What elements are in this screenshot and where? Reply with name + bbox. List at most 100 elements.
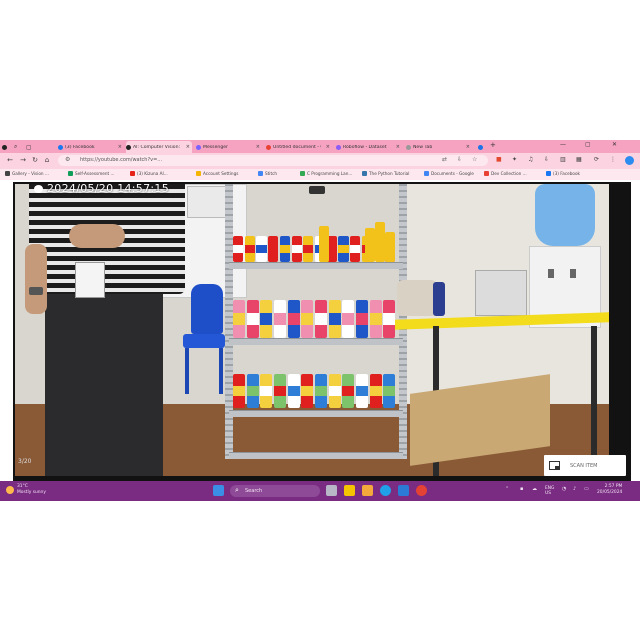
- bookmark-label: Self-Assessment ...: [75, 171, 115, 176]
- edge-icon[interactable]: [380, 485, 391, 496]
- tab-grid-icon[interactable]: ▢: [26, 141, 36, 153]
- start-icon[interactable]: [213, 485, 224, 496]
- bookmark-label: Documents - Google: [431, 171, 474, 176]
- split-icon[interactable]: ▦: [576, 156, 582, 163]
- bookmark-item[interactable]: Self-Assessment ...: [68, 171, 115, 176]
- chrome-icon[interactable]: [416, 485, 427, 496]
- sidebar-icon[interactable]: ▥: [560, 156, 566, 163]
- dish-rack: [475, 270, 527, 316]
- bookmark-label: Gallery - Vision ...: [12, 171, 49, 176]
- tab-close-icon[interactable]: ×: [326, 144, 332, 150]
- metal-shelf: [225, 184, 407, 459]
- bookmark-item[interactable]: (3) Kizuna AI...: [130, 171, 168, 176]
- tab-favicon-icon: [336, 144, 341, 150]
- translate-icon[interactable]: ⇄: [442, 156, 447, 163]
- canned-good: [350, 236, 361, 262]
- bookmark-favicon-icon: [258, 171, 263, 176]
- bookmark-item[interactable]: Dev Collection ...: [484, 171, 527, 176]
- bookmark-favicon-icon: [424, 171, 429, 176]
- menu-icon[interactable]: ⋮: [610, 156, 616, 163]
- tray-language[interactable]: ENG US: [545, 486, 554, 496]
- water-jug: [535, 184, 595, 246]
- file-explorer-icon[interactable]: [362, 485, 373, 496]
- task-view-icon[interactable]: [326, 485, 337, 496]
- tray-chevron-icon[interactable]: ⌃: [505, 486, 509, 492]
- reload-button[interactable]: ↻: [30, 156, 40, 164]
- bookmark-item[interactable]: Account Settings: [196, 171, 238, 176]
- canned-good: [233, 300, 246, 338]
- clock[interactable]: 2:57 PM 20/05/2024: [597, 484, 622, 496]
- bookmark-item[interactable]: (3) Facebook: [546, 171, 580, 176]
- browser-tab[interactable]: Untitled document - Go ×: [266, 141, 332, 153]
- scan-item-button[interactable]: SCAN ITEM: [544, 455, 626, 476]
- url-text[interactable]: https://youtube.com/watch?v=...: [80, 157, 162, 163]
- profile-avatar[interactable]: [625, 156, 634, 165]
- browser-tab[interactable]: New Tab ×: [406, 141, 472, 153]
- bookmark-item[interactable]: Stitch: [258, 171, 277, 176]
- maximize-button[interactable]: ▢: [585, 141, 591, 148]
- tray-cloud-icon[interactable]: ☁: [532, 486, 537, 492]
- close-window-button[interactable]: ✕: [612, 141, 617, 148]
- sync-icon[interactable]: ⟳: [594, 156, 599, 163]
- tray-app-icon[interactable]: ▪: [520, 486, 523, 492]
- tab-close-icon[interactable]: ×: [186, 144, 192, 150]
- tab-close-icon[interactable]: ×: [118, 144, 124, 150]
- forward-button[interactable]: →: [18, 156, 28, 164]
- back-button[interactable]: ←: [5, 156, 15, 164]
- address-bar-row: ← → ↻ ⌂ ⚙ https://youtube.com/watch?v=..…: [0, 153, 640, 169]
- tab-title: New Tab: [413, 144, 433, 150]
- browser-tab[interactable]: Messenger ×: [196, 141, 262, 153]
- bookmark-favicon-icon: [300, 171, 305, 176]
- home-button[interactable]: ⌂: [42, 156, 52, 164]
- address-bar[interactable]: ⚙ https://youtube.com/watch?v=... ⇄ ⇩ ☆: [58, 155, 488, 166]
- canned-good: [328, 374, 341, 408]
- tab-actions-icon[interactable]: [2, 141, 12, 153]
- taskbar-search-label: Search: [245, 488, 263, 494]
- browser-tab[interactable]: (3) Facebook ×: [58, 141, 124, 153]
- bookmark-item[interactable]: Documents - Google: [424, 171, 474, 176]
- browser-tab[interactable]: [478, 141, 488, 153]
- tab-close-icon[interactable]: ×: [396, 144, 402, 150]
- widgets-icon[interactable]: [344, 485, 355, 496]
- id-card: [75, 262, 105, 298]
- bookmark-item[interactable]: Gallery - Vision ...: [5, 171, 49, 176]
- star-icon[interactable]: ☆: [472, 156, 477, 163]
- bookmark-item[interactable]: The Python Tutorial: [362, 171, 409, 176]
- bookmark-favicon-icon: [68, 171, 73, 176]
- vscode-icon[interactable]: [398, 485, 409, 496]
- canned-good: [375, 222, 385, 262]
- tune-icon[interactable]: ⚙: [65, 156, 70, 163]
- download-tray-icon[interactable]: ⇩: [544, 156, 549, 163]
- extensions-puzzle-icon[interactable]: ✦: [512, 156, 517, 163]
- tab-search-icon[interactable]: ⌕: [14, 141, 24, 153]
- canned-good: [244, 236, 255, 262]
- bookmark-label: The Python Tutorial: [369, 171, 410, 176]
- extension-icon[interactable]: ■: [496, 156, 502, 163]
- wifi-icon[interactable]: ◔: [562, 486, 566, 492]
- canned-good: [274, 374, 287, 408]
- tab-close-icon[interactable]: ×: [466, 144, 472, 150]
- person: [45, 294, 163, 476]
- new-tab-button[interactable]: +: [490, 141, 496, 149]
- canned-good: [291, 236, 302, 262]
- camera-icon: [34, 185, 43, 193]
- download-icon[interactable]: ⇩: [457, 156, 462, 163]
- media-icon[interactable]: ♫: [528, 156, 533, 163]
- tab-favicon-icon: [196, 144, 201, 150]
- sun-icon: [6, 485, 14, 494]
- browser-tab[interactable]: Roboflow - Dataset ×: [336, 141, 402, 153]
- browser-tab[interactable]: AI: Computer Vision: Sm ×: [126, 141, 192, 153]
- weather-desc: Mostly sunny: [17, 489, 46, 495]
- volume-icon[interactable]: ♪: [573, 486, 576, 492]
- frame-counter: 3/20: [18, 458, 32, 465]
- bookmark-favicon-icon: [196, 171, 201, 176]
- weather-widget[interactable]: 31°C Mostly sunny: [6, 484, 46, 495]
- minimize-button[interactable]: —: [560, 141, 566, 148]
- canned-good: [319, 226, 329, 262]
- tab-close-icon[interactable]: ×: [256, 144, 262, 150]
- battery-icon[interactable]: ▭: [584, 486, 589, 492]
- tab-title: (3) Facebook: [65, 144, 95, 150]
- bookmarks-bar: Gallery - Vision ... Self-Assessment ... (…: [0, 169, 640, 180]
- bookmark-item[interactable]: C Programming Lan...: [300, 171, 352, 176]
- taskbar-search[interactable]: ⌕ Search: [230, 485, 320, 497]
